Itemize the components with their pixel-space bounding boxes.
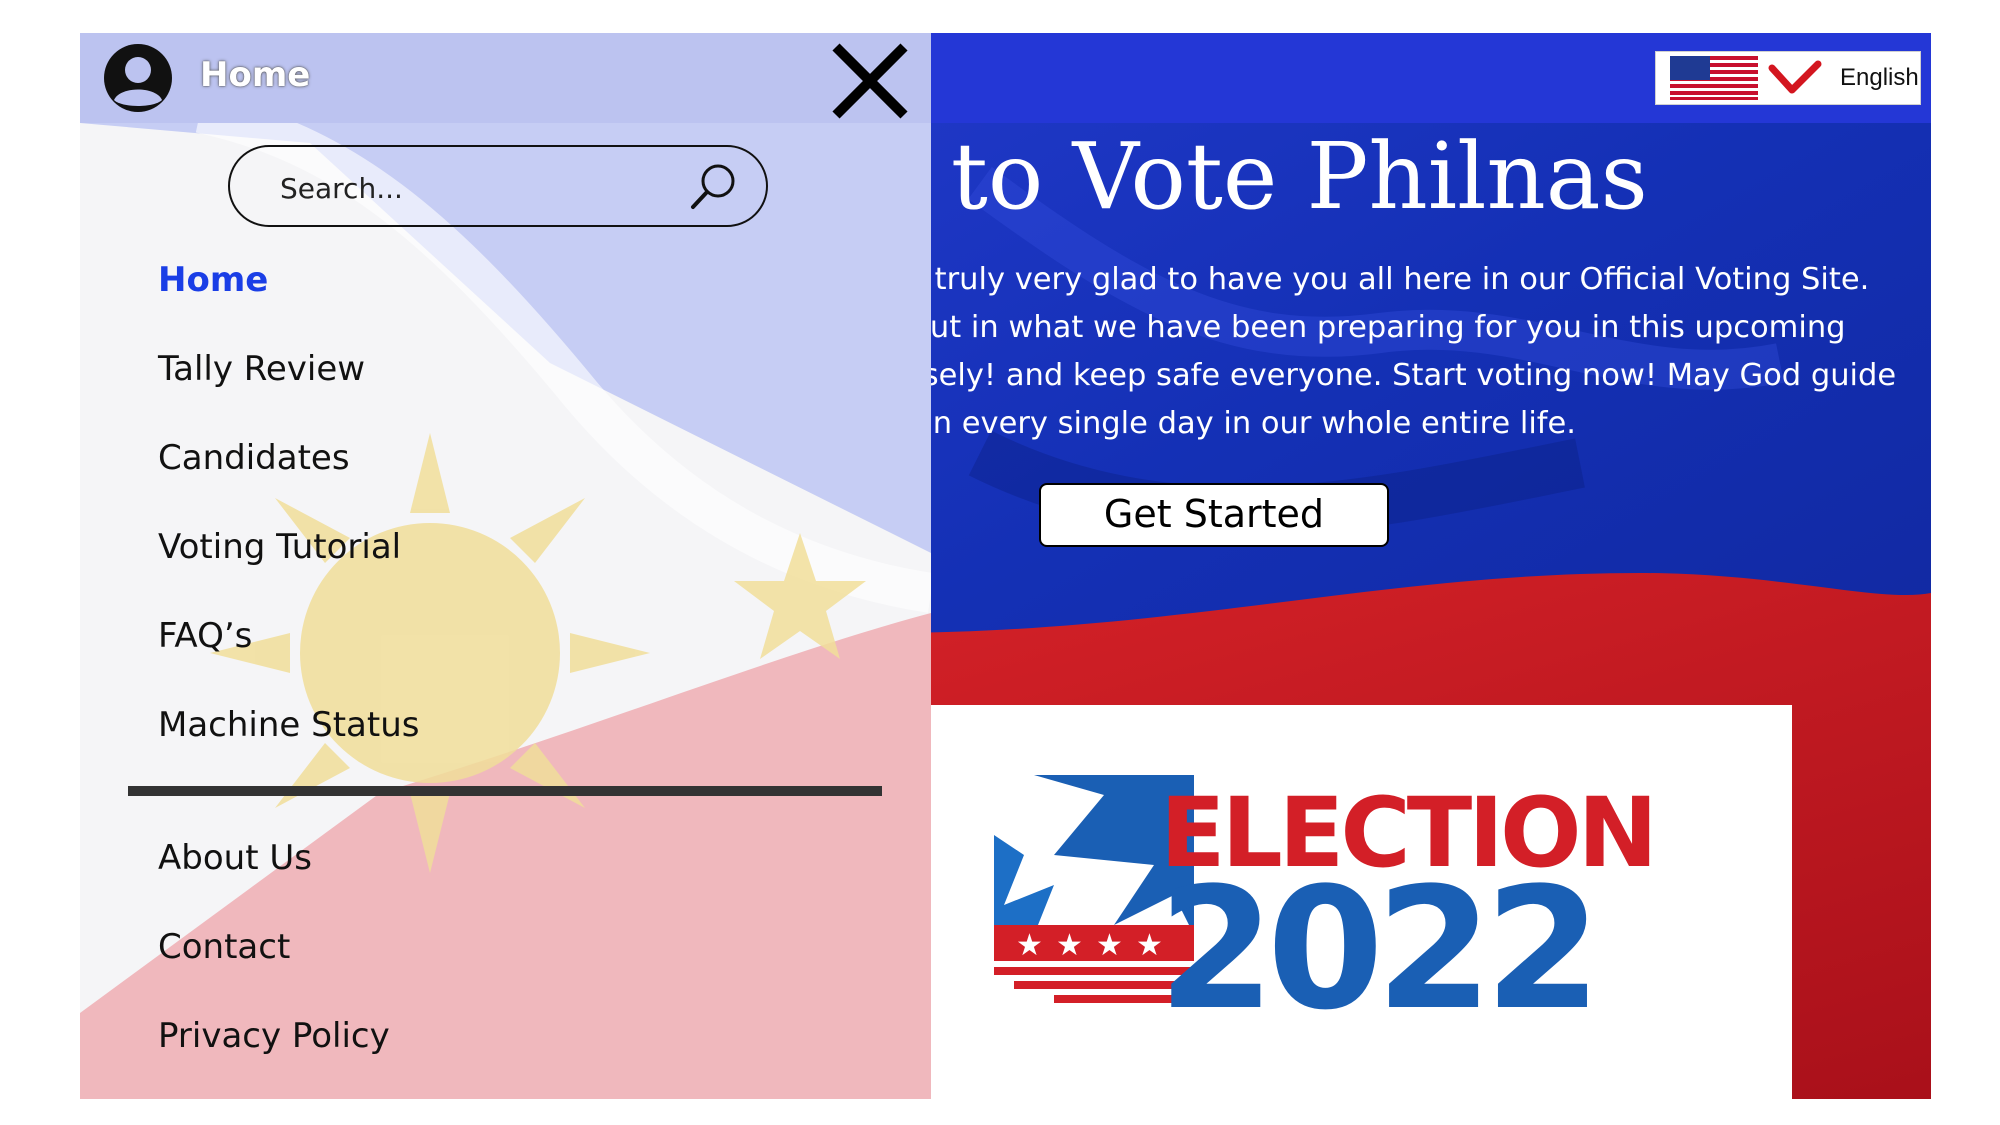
search-input[interactable] xyxy=(278,167,642,209)
nav-item-contact[interactable]: Contact xyxy=(158,927,290,967)
get-started-button[interactable]: Get Started xyxy=(1039,483,1389,547)
side-menu-panel: Home Home Tally Review Candidates Voting… xyxy=(80,33,931,1099)
voting-site-screen: English Welcome to Vote Philnas Good Day… xyxy=(80,33,1931,1099)
chevron-down-icon[interactable] xyxy=(1768,60,1822,96)
nav-item-candidates[interactable]: Candidates xyxy=(158,438,350,478)
language-label: English xyxy=(1840,64,1919,91)
nav-item-home[interactable]: Home xyxy=(158,260,268,300)
svg-text:★: ★ xyxy=(1096,928,1123,963)
nav-item-voting-tutorial[interactable]: Voting Tutorial xyxy=(158,527,401,567)
svg-text:★: ★ xyxy=(1056,928,1083,963)
nav-item-faqs[interactable]: FAQ’s xyxy=(158,616,252,656)
user-avatar-icon[interactable] xyxy=(102,42,174,114)
nav-item-machine-status[interactable]: Machine Status xyxy=(158,705,419,745)
close-icon[interactable] xyxy=(830,41,910,121)
election-year: 2022 xyxy=(1158,851,1602,1047)
language-selector[interactable]: English xyxy=(1655,51,1921,105)
menu-header: Home xyxy=(80,33,931,123)
nav-item-privacy-policy[interactable]: Privacy Policy xyxy=(158,1016,390,1056)
search-bar xyxy=(228,145,768,227)
menu-divider xyxy=(128,786,882,796)
svg-text:★: ★ xyxy=(1016,928,1043,963)
search-icon[interactable] xyxy=(688,161,740,213)
election-2022-logo: ★ ★ ★ ★ ELECTION 2022 xyxy=(930,705,1792,1099)
nav-item-about-us[interactable]: About Us xyxy=(158,838,312,878)
us-flag-icon xyxy=(1670,56,1758,100)
nav-item-tally-review[interactable]: Tally Review xyxy=(158,349,365,389)
menu-title: Home xyxy=(200,55,311,95)
